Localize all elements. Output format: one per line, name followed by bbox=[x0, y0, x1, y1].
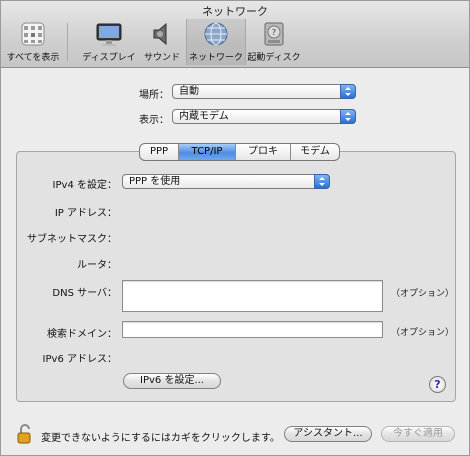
toolbar-show-all[interactable]: すべてを表示 bbox=[3, 19, 63, 65]
preferences-window: ネットワーク すべてを表示 ディスプレイ サウンド ネットワーク ? 起動ディス… bbox=[0, 0, 470, 456]
search-optional-note: （オプション） bbox=[391, 328, 455, 338]
toolbar-separator bbox=[67, 23, 68, 61]
ipv6-address-label: IPv6 アドレス： bbox=[42, 354, 117, 365]
toolbar-display[interactable]: ディスプレイ bbox=[81, 19, 137, 65]
svg-text:?: ? bbox=[272, 28, 276, 37]
popup-arrows-icon bbox=[340, 84, 356, 99]
toolbar-network[interactable]: ネットワーク bbox=[186, 19, 246, 65]
help-button[interactable]: ? bbox=[429, 376, 446, 393]
tab-ppp[interactable]: PPP bbox=[140, 144, 179, 160]
window-toolbar: ネットワーク すべてを表示 ディスプレイ サウンド ネットワーク ? 起動ディス… bbox=[1, 1, 469, 68]
location-label: 場所： bbox=[139, 90, 169, 101]
apply-now-button[interactable]: 今すぐ適用 bbox=[381, 426, 455, 442]
network-globe-icon bbox=[204, 22, 228, 46]
assistant-button[interactable]: アシスタント... bbox=[284, 426, 372, 442]
tab-proxy[interactable]: プロキシ bbox=[236, 144, 291, 160]
show-value: 内蔵モデム bbox=[179, 111, 229, 122]
location-popup[interactable]: 自動 bbox=[172, 84, 356, 99]
tab-tcpip[interactable]: TCP/IP bbox=[179, 144, 236, 160]
search-domain-label: 検索ドメイン： bbox=[47, 329, 117, 340]
configure-ipv6-button[interactable]: IPv6 を設定... bbox=[123, 373, 221, 389]
ipv4-popup[interactable]: PPP を使用 bbox=[122, 174, 330, 189]
display-icon bbox=[96, 23, 122, 46]
show-popup[interactable]: 内蔵モデム bbox=[172, 109, 356, 124]
lock-message: 変更できないようにするにはカギをクリックします。 bbox=[41, 433, 280, 444]
apple-logo-icon bbox=[21, 22, 45, 46]
window-title: ネットワーク bbox=[202, 5, 268, 18]
ipv4-value: PPP を使用 bbox=[129, 176, 181, 187]
toolbar-label: ディスプレイ bbox=[82, 53, 136, 63]
location-value: 自動 bbox=[179, 86, 199, 97]
popup-arrows-icon bbox=[340, 109, 356, 124]
toolbar-label: サウンド bbox=[143, 53, 180, 63]
toolbar-startup-disk[interactable]: ? 起動ディスク bbox=[245, 19, 303, 65]
speaker-icon bbox=[153, 22, 167, 46]
toolbar-sound[interactable]: サウンド bbox=[139, 19, 185, 65]
dns-optional-note: （オプション） bbox=[391, 289, 455, 299]
ip-address-label: IP アドレス： bbox=[54, 208, 117, 219]
subnet-mask-label: サブネットマスク： bbox=[27, 234, 117, 245]
toolbar-label: すべてを表示 bbox=[6, 53, 60, 63]
lock-icon[interactable] bbox=[16, 424, 34, 444]
toolbar-label: 起動ディスク bbox=[247, 53, 301, 63]
popup-arrows-icon bbox=[314, 174, 330, 189]
search-domain-field[interactable] bbox=[122, 321, 383, 338]
router-label: ルータ： bbox=[77, 260, 117, 271]
tab-bar: PPP TCP/IP プロキシ モデム bbox=[139, 143, 340, 161]
dns-server-field[interactable] bbox=[122, 280, 383, 312]
show-label: 表示： bbox=[139, 115, 169, 126]
startup-disk-icon: ? bbox=[264, 22, 284, 46]
dns-server-label: DNS サーバ： bbox=[52, 288, 117, 299]
toolbar-label: ネットワーク bbox=[188, 53, 243, 63]
ipv4-label: IPv4 を設定： bbox=[52, 180, 117, 191]
tab-modem[interactable]: モデム bbox=[291, 144, 339, 160]
